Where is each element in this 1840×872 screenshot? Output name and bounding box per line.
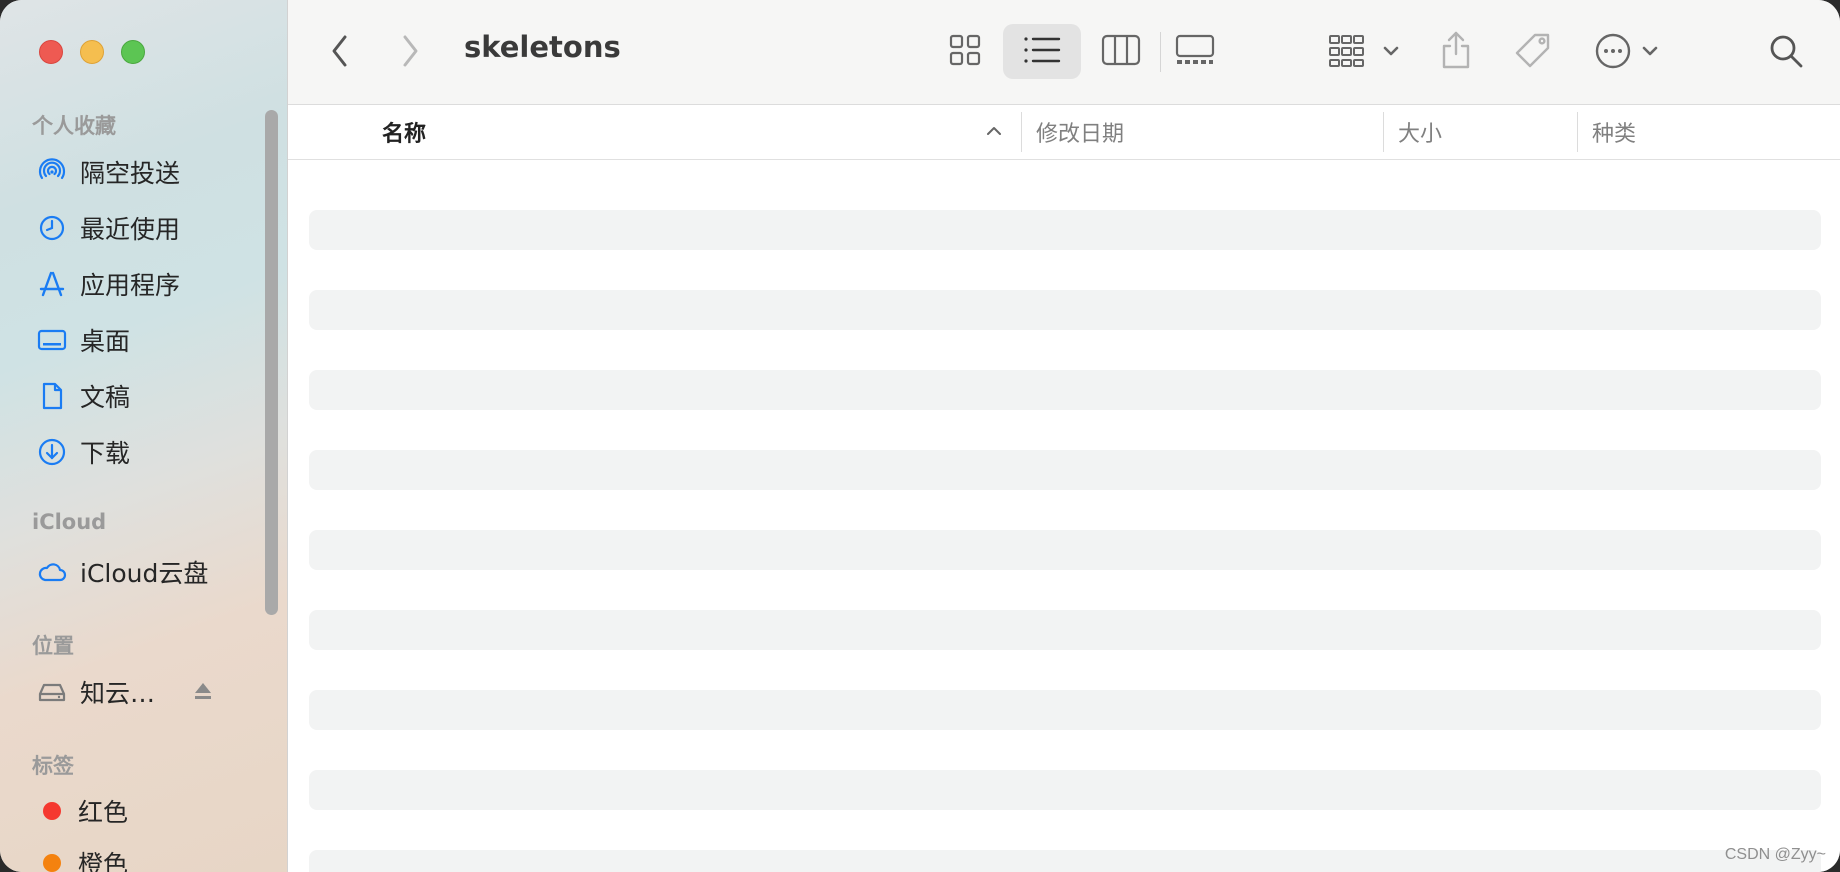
- sidebar-item-label: 隔空投送: [80, 159, 181, 188]
- zoom-window-button[interactable]: [121, 40, 145, 64]
- sidebar-item-label: 下载: [80, 439, 131, 468]
- share-icon: [1442, 31, 1470, 69]
- locations-section-title: 位置: [32, 634, 74, 658]
- column-divider[interactable]: [1383, 112, 1384, 152]
- column-header-modified[interactable]: 修改日期: [1036, 105, 1124, 159]
- toolbar: skeletons: [288, 0, 1840, 105]
- sidebar-item-label: iCloud云盘: [80, 559, 209, 588]
- sidebar-item-label: 红色: [78, 798, 129, 827]
- grid-icon: [949, 34, 981, 66]
- sidebar-item-documents[interactable]: 文稿: [36, 376, 130, 416]
- sidebar-item-label: 文稿: [80, 383, 131, 412]
- red-tag-dot-icon: [43, 802, 61, 820]
- watermark: CSDN @Zyy~: [1724, 846, 1826, 863]
- clock-icon: [36, 212, 68, 244]
- skeleton-row: [309, 210, 1821, 250]
- sidebar-item-desktop[interactable]: 桌面: [36, 320, 130, 360]
- column-header-name[interactable]: 名称: [382, 105, 426, 159]
- skeleton-row: [309, 450, 1821, 490]
- column-header: 名称 修改日期 大小 种类: [288, 105, 1840, 160]
- toolbar-separator: [1160, 32, 1161, 72]
- sidebar-item-applications[interactable]: 应用程序: [36, 264, 180, 304]
- sidebar: 个人收藏 隔空投送 最近使用 应用程序 桌面 文稿 下载 iCloud iClo…: [0, 0, 288, 872]
- forward-button[interactable]: [398, 31, 422, 71]
- tags-section-title: 标签: [32, 754, 74, 778]
- chevron-right-icon: [403, 35, 418, 67]
- sidebar-item-label: 橙色: [78, 850, 129, 872]
- ellipsis-circle-icon: [1595, 33, 1658, 69]
- tag-button[interactable]: [1513, 31, 1553, 71]
- sidebar-item-label: 桌面: [80, 327, 131, 356]
- skeleton-row: [309, 770, 1821, 810]
- applications-icon: [36, 268, 68, 300]
- sidebar-item-drive[interactable]: 知云…: [36, 672, 155, 712]
- skeleton-row: [309, 610, 1821, 650]
- close-window-button[interactable]: [39, 40, 63, 64]
- document-icon: [36, 380, 68, 412]
- orange-tag-dot-icon: [43, 854, 61, 872]
- column-view-button[interactable]: [1101, 33, 1141, 67]
- column-divider[interactable]: [1577, 112, 1578, 152]
- icon-view-button[interactable]: [948, 33, 982, 67]
- skeleton-row: [309, 690, 1821, 730]
- sidebar-item-recents[interactable]: 最近使用: [36, 208, 180, 248]
- icloud-section-title: iCloud: [32, 510, 107, 534]
- group-by-button[interactable]: [1328, 34, 1404, 68]
- share-button[interactable]: [1439, 30, 1473, 70]
- eject-icon[interactable]: [192, 680, 214, 706]
- back-button[interactable]: [328, 31, 352, 71]
- file-list: [288, 160, 1840, 872]
- finder-window: 个人收藏 隔空投送 最近使用 应用程序 桌面 文稿 下载 iCloud iClo…: [0, 0, 1840, 872]
- list-icon: [1024, 37, 1061, 63]
- skeleton-row: [309, 370, 1821, 410]
- airdrop-icon: [36, 156, 68, 188]
- sidebar-item-icloud-drive[interactable]: iCloud云盘: [36, 552, 208, 592]
- gallery-icon: [1175, 34, 1215, 64]
- sidebar-item-tag-orange[interactable]: 橙色: [36, 843, 128, 872]
- sidebar-item-label: 应用程序: [80, 271, 181, 300]
- column-header-size[interactable]: 大小: [1398, 105, 1442, 159]
- sidebar-item-label: 最近使用: [80, 215, 181, 244]
- chevron-left-icon: [332, 35, 347, 67]
- group-icon: [1329, 35, 1399, 67]
- column-divider[interactable]: [1021, 112, 1022, 152]
- drive-icon: [36, 676, 68, 708]
- cloud-icon: [36, 556, 68, 588]
- sidebar-scrollbar[interactable]: [265, 110, 278, 615]
- columns-icon: [1101, 34, 1141, 66]
- skeleton-row: [309, 850, 1821, 872]
- list-view-button[interactable]: [1022, 33, 1062, 67]
- tag-icon: [1515, 33, 1550, 68]
- sidebar-item-airdrop[interactable]: 隔空投送: [36, 152, 180, 192]
- sidebar-item-label: 知云…: [80, 679, 156, 708]
- sidebar-item-downloads[interactable]: 下载: [36, 432, 130, 472]
- favorites-section-title: 个人收藏: [32, 114, 116, 138]
- sort-ascending-icon[interactable]: [984, 121, 1004, 145]
- minimize-window-button[interactable]: [80, 40, 104, 64]
- sidebar-item-tag-red[interactable]: 红色: [36, 791, 128, 831]
- desktop-icon: [36, 324, 68, 356]
- column-header-kind[interactable]: 种类: [1592, 105, 1636, 159]
- search-icon: [1770, 35, 1803, 68]
- search-button[interactable]: [1768, 33, 1804, 69]
- skeleton-row: [309, 290, 1821, 330]
- skeleton-row: [309, 530, 1821, 570]
- more-actions-button[interactable]: [1594, 31, 1664, 71]
- window-title: skeletons: [464, 30, 621, 64]
- download-icon: [36, 436, 68, 468]
- gallery-view-button[interactable]: [1175, 33, 1215, 67]
